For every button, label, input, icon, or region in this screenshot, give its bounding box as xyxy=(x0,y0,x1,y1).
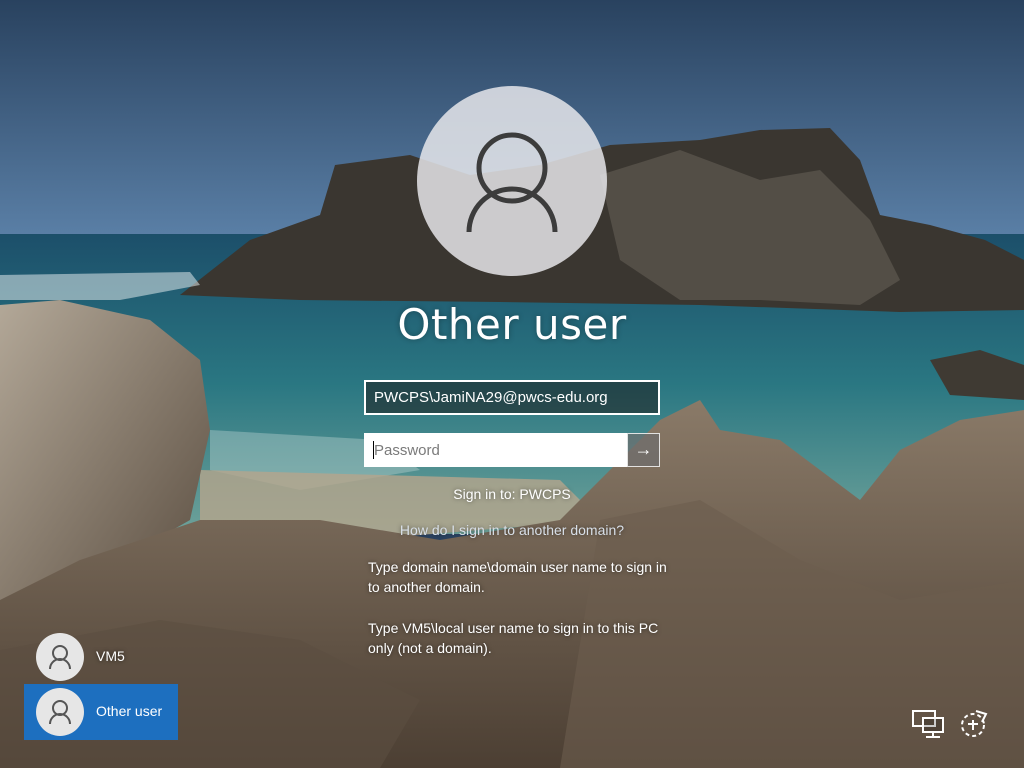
user-tile-label: Other user xyxy=(96,703,163,719)
user-icon xyxy=(49,700,71,725)
user-avatar-large xyxy=(417,86,607,276)
user-icon xyxy=(49,645,71,670)
user-avatar-small xyxy=(36,633,84,681)
password-row: → xyxy=(364,433,660,467)
username-field[interactable] xyxy=(364,380,660,415)
sign-in-to-label: Sign in to: PWCPS xyxy=(453,486,571,502)
help-text-local: Type VM5\local user name to sign in to t… xyxy=(368,620,659,656)
ease-of-access-icon[interactable] xyxy=(956,706,992,742)
another-domain-help-link[interactable]: How do I sign in to another domain? xyxy=(312,522,712,538)
user-avatar-small xyxy=(36,688,84,736)
help-text-domain: Type domain name\domain user name to sig… xyxy=(368,559,667,595)
user-icon xyxy=(466,132,558,233)
user-tile-vm5[interactable]: VM5 xyxy=(24,629,178,685)
submit-arrow-button[interactable]: → xyxy=(627,433,660,467)
user-tile-other-user[interactable]: Other user xyxy=(24,684,178,740)
text-caret xyxy=(373,441,374,459)
user-tile-label: VM5 xyxy=(96,648,125,664)
password-field[interactable] xyxy=(364,433,627,467)
network-icon[interactable] xyxy=(910,706,946,742)
username-heading: Other user xyxy=(397,300,627,349)
